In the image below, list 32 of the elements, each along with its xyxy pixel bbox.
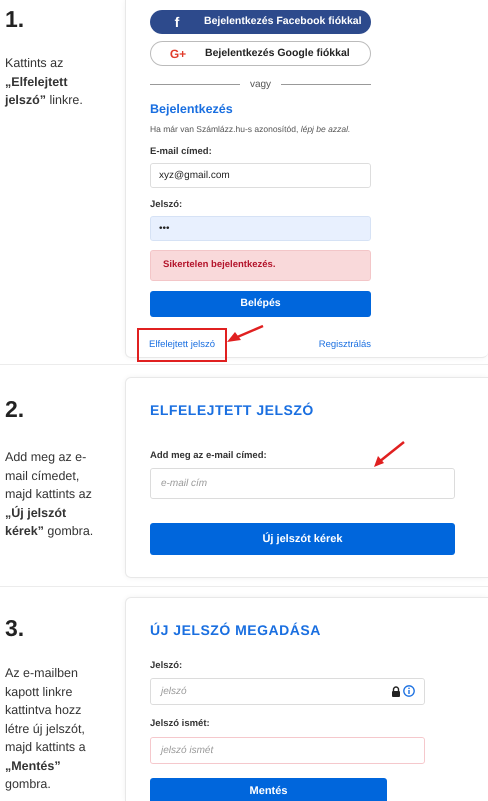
facebook-login-button[interactable]: f Bejelentkezés Facebook fiókkal	[150, 10, 371, 34]
forgot-password-link[interactable]: Elfelejtett jelszó	[137, 328, 228, 362]
step-instructions: Add meg az e-mail címedet, majd kattints az „Új jelszót kérek” gombra.	[5, 449, 94, 540]
pointer-arrow	[225, 324, 265, 344]
error-message: Sikertelen bejelentkezés.	[163, 258, 276, 272]
form-title: ÚJ JELSZÓ MEGADÁSA	[150, 621, 322, 640]
login-subtitle: Ha már van Számlázz.hu-s azonosítód, lépj be azzal.	[150, 122, 352, 136]
step-instructions: Az e-mailben kapott linkre kattintva hozz létre új jelszót, majd kattints a „Mentés” gombra.	[5, 665, 87, 793]
email-field[interactable]: xyz@gmail.com	[150, 162, 371, 188]
step-instructions: Kattints az „Elfelejtett jelszó” linkre.	[5, 55, 84, 109]
login-button[interactable]: Belépés	[150, 291, 371, 317]
field-label: Jelszó:	[150, 198, 184, 212]
step-number: 3.	[5, 614, 26, 643]
step-number: 1.	[5, 5, 26, 34]
field-label: Jelszó:	[150, 659, 184, 673]
submit-button[interactable]: Mentés	[150, 778, 387, 801]
input-field[interactable]: e-mail cím	[150, 468, 455, 500]
lock-icon	[391, 686, 401, 697]
google-login-button[interactable]: G+ Bejelentkezés Google fiókkal	[150, 41, 371, 66]
login-heading: Bejelentkezés	[150, 101, 234, 118]
field-label: Jelszó ismét:	[150, 717, 211, 732]
field-label: E-mail címed:	[150, 144, 213, 158]
step-number: 2.	[5, 395, 26, 424]
submit-button[interactable]: Új jelszót kérek	[150, 523, 455, 556]
separator-text: vagy	[250, 78, 272, 92]
password-field[interactable]: •••	[150, 216, 371, 241]
form-title: ELFELEJTETT JELSZÓ	[150, 401, 315, 420]
info-icon[interactable]	[403, 685, 415, 698]
register-link[interactable]: Regisztrálás	[318, 338, 371, 352]
field-label: Add meg az e-mail címed:	[150, 449, 268, 463]
input-field[interactable]: jelszó	[150, 678, 425, 706]
input-field[interactable]: jelszó ismét	[150, 736, 425, 764]
